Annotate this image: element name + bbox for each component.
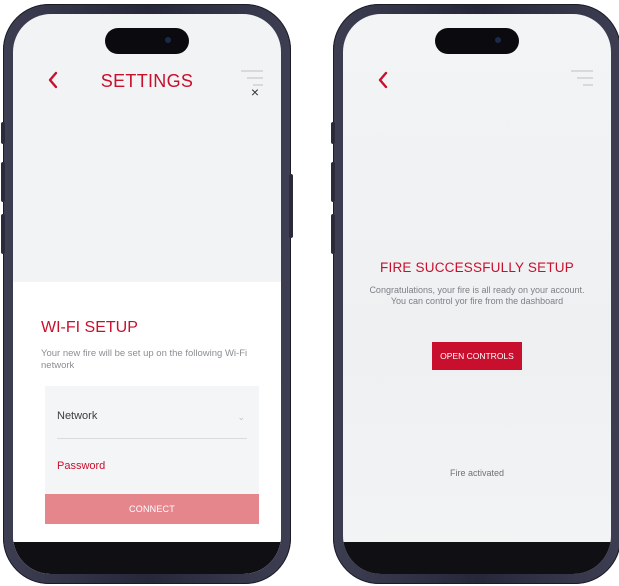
- chevron-down-icon: ⌄: [237, 412, 245, 422]
- wifi-description: Your new fire will be set up on the foll…: [41, 348, 248, 371]
- phone-success: FIRE SUCCESSFULLY SETUP Congratulations,…: [331, 4, 619, 584]
- connect-button[interactable]: CONNECT: [45, 494, 259, 524]
- success-message: Congratulations, your fire is all ready …: [369, 285, 585, 306]
- side-button: [331, 214, 335, 254]
- success-title: FIRE SUCCESSFULLY SETUP: [380, 260, 574, 275]
- side-button: [289, 174, 293, 238]
- screen-success: FIRE SUCCESSFULLY SETUP Congratulations,…: [343, 14, 611, 574]
- fire-status-text: Fire activated: [449, 468, 505, 478]
- bottom-bar: [343, 542, 611, 574]
- screen-settings: SETTINGS × WI-FI SETUP Your new fire wil…: [13, 14, 281, 574]
- back-button[interactable]: [377, 70, 393, 92]
- wifi-form: Network ⌄ Password: [45, 386, 259, 494]
- network-label: Network: [57, 410, 98, 422]
- menu-button[interactable]: [569, 66, 593, 106]
- dynamic-island: [435, 28, 519, 54]
- dynamic-island: [105, 28, 189, 54]
- side-button: [1, 162, 5, 202]
- network-select[interactable]: Network ⌄: [57, 394, 247, 439]
- password-label: Password: [57, 460, 106, 472]
- open-controls-button[interactable]: OPEN CONTROLS: [432, 342, 522, 370]
- side-button: [331, 162, 335, 202]
- close-icon[interactable]: ×: [251, 84, 259, 100]
- side-button: [331, 122, 335, 144]
- side-button: [1, 122, 5, 144]
- password-field[interactable]: Password: [57, 444, 247, 488]
- side-button: [1, 214, 5, 254]
- wifi-setup-title: WI-FI SETUP: [41, 319, 138, 336]
- phone-settings: SETTINGS × WI-FI SETUP Your new fire wil…: [1, 4, 293, 584]
- bottom-bar: [13, 542, 281, 574]
- chevron-left-icon: [378, 71, 388, 89]
